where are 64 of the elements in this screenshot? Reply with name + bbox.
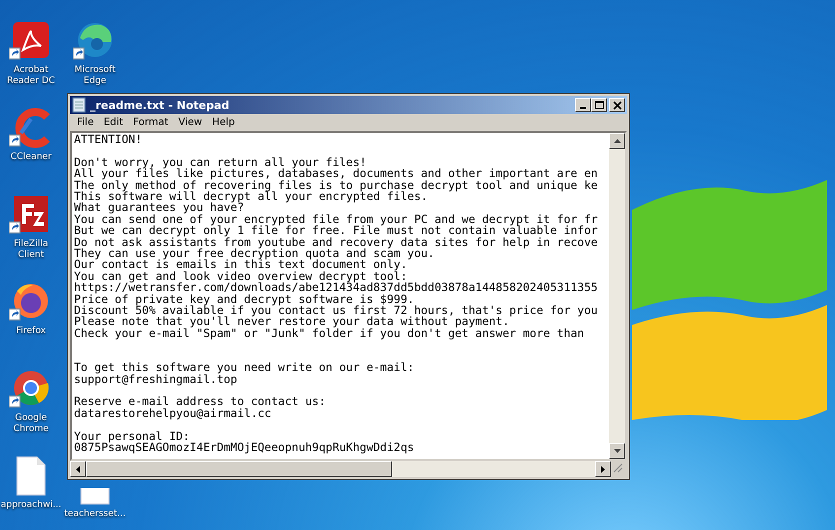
desktop-icon[interactable]: CCleaner [0, 107, 62, 163]
icon-label: Firefox [16, 326, 46, 337]
text-line: Our contact is emails in this text document only. [74, 259, 408, 271]
menu-item[interactable]: View [173, 117, 208, 128]
horizontal-scrollbar[interactable] [70, 461, 611, 477]
text-line: Reserve e-mail address to contact us: [74, 396, 327, 408]
window-title: _readme.txt - Notepad [90, 98, 230, 112]
left-arrow-icon [76, 466, 80, 472]
text-line: Don't worry, you can return all your files! [74, 156, 366, 168]
brush-c-icon [9, 107, 53, 149]
close-icon [612, 100, 622, 110]
minimize-button[interactable] [575, 98, 591, 112]
icon-label: Microsoft Edge [74, 65, 116, 87]
menu-item[interactable]: Edit [98, 117, 128, 128]
minimize-icon [580, 107, 586, 109]
scroll-up-button[interactable] [609, 133, 625, 149]
text-line: Discount 50% available if you contact us first 72 hours, that's price for you [74, 305, 599, 316]
scrollbar-thumb[interactable] [86, 461, 392, 477]
icon-label: Google Chrome [12, 413, 50, 435]
text-line: https://wetransfer.com/downloads/abe121434ad837dd5bdd03878a144858202405311355 [74, 282, 599, 294]
maximize-button[interactable] [591, 98, 607, 112]
text-line: You can send one of your encrypted file from your PC and we decrypt it for fr [74, 214, 599, 226]
right-arrow-icon [601, 466, 605, 472]
desktop-icon[interactable]: FileZilla Client [0, 194, 62, 261]
desktop-icon[interactable]: Acrobat Reader DC [0, 20, 62, 87]
text-line: Price of private key and decrypt software is $999. [74, 294, 414, 306]
menu-item[interactable]: Format [128, 117, 174, 128]
icon-label: teachersset... [64, 509, 126, 520]
notepad-icon [72, 97, 86, 113]
scroll-right-button[interactable] [595, 461, 611, 477]
text-line: datarestorehelpyou@airmail.cc [74, 408, 272, 420]
text-line: They can use your free decryption quota and scam you. [74, 248, 436, 260]
vertical-scrollbar[interactable] [609, 133, 625, 459]
text-line: support@freshingmail.top [74, 374, 238, 385]
down-arrow-icon [614, 449, 620, 453]
desktop-icon[interactable]: Firefox [0, 281, 62, 337]
text-line: To get this software you need write on our e-mail: [74, 362, 416, 374]
text-line: 0875PsawqSEAGOmozI4ErDmMOjEQeeopnuh9qpRuKhgwDdi2qs [74, 442, 416, 454]
scroll-down-button[interactable] [609, 443, 625, 459]
icon-label: approachwi... [0, 500, 62, 511]
menu-item[interactable]: File [72, 117, 99, 128]
icon-label: FileZilla Client [12, 239, 50, 261]
icon-label: CCleaner [10, 152, 52, 163]
text-line: This software will decrypt all your encrypted files. [74, 191, 428, 202]
scroll-left-button[interactable] [70, 461, 86, 477]
text-line: You can get and look video overview decrypt tool: [74, 270, 408, 282]
text-line: Check your e-mail "Spam" or "Junk" folder if you don't get answer more than [74, 328, 586, 340]
maximize-icon [594, 100, 604, 110]
text-line: The only method of recovering files is to purchase decrypt tool and unique ke [74, 180, 599, 192]
desktop-icon[interactable]: approachwi... [0, 455, 62, 511]
text-line: Do not ask assistants from youtube and recovery data sites for help in recove [74, 236, 599, 248]
menu-item[interactable]: Help [207, 117, 240, 128]
close-button[interactable] [609, 98, 625, 112]
up-arrow-icon [614, 139, 620, 143]
icon-label: Acrobat Reader DC [6, 65, 56, 87]
text-line: All your files like pictures, databases, documents and other important are en [74, 168, 599, 180]
text-line: But we can decrypt only 1 file for free. File must not contain valuable infor [74, 225, 599, 237]
desktop-icon[interactable]: teachersset... [62, 488, 128, 520]
text-line: Please note that you'll never restore your data without payment. [74, 316, 510, 328]
desktop-icon[interactable]: Google Chrome [0, 368, 62, 435]
text-line: What guarantees you have? [74, 202, 244, 214]
text-line: Your personal ID: [74, 430, 190, 442]
text-line: ATTENTION! [74, 134, 144, 146]
desktop-icon[interactable]: Microsoft Edge [62, 20, 128, 87]
